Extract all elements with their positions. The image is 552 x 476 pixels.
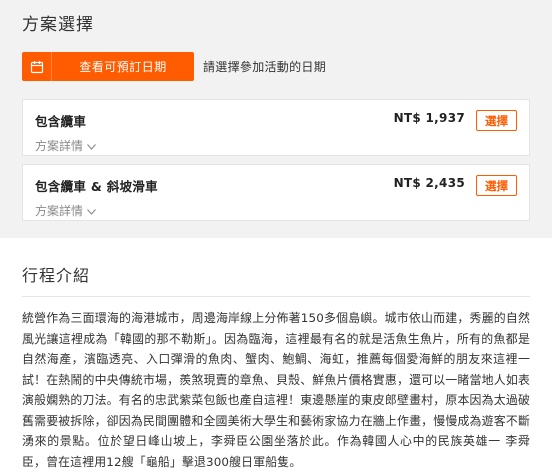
calendar-icon [22,52,52,81]
plan-price: NT$ 1,937 [393,111,465,125]
plan-card-cable-car: 包含纜車 方案詳情 NT$ 1,937 選擇 [22,99,530,156]
select-button[interactable]: 選擇 [476,110,517,131]
plan-details-label: 方案詳情 [35,139,84,153]
date-row: 查看可預訂日期 請選擇參加活動的日期 [22,52,530,81]
plan-price: NT$ 2,435 [393,176,465,190]
itinerary-body: 統營作為三面環海的海港城市，周邊海岸線上分佈著150多個島嶼。城市依山而建，秀麗… [22,311,530,469]
date-hint: 請選擇參加活動的日期 [203,60,327,74]
chevron-down-icon [87,204,96,218]
plan-details-label: 方案詳情 [35,204,84,218]
plan-details-toggle[interactable]: 方案詳情 [35,137,517,154]
itinerary-section: 行程介紹 統營作為三面環海的海港城市，周邊海岸線上分佈著150多個島嶼。城市依山… [0,238,552,472]
section-title: 方案選擇 [22,15,94,35]
plans-section: 方案選擇 查看可預訂日期 請選擇參加活動的日期 包含纜車 方案詳情 NT$ 1,… [0,0,552,238]
divider [22,296,530,297]
plan-details-toggle[interactable]: 方案詳情 [35,202,517,219]
itinerary-title: 行程介紹 [22,266,91,285]
check-dates-button[interactable]: 查看可預訂日期 [22,52,194,81]
chevron-down-icon [87,139,96,153]
plan-card-cable-car-luge: 包含纜車 & 斜坡滑車 方案詳情 NT$ 2,435 選擇 [22,164,530,221]
check-dates-label: 查看可預訂日期 [79,60,167,74]
select-button[interactable]: 選擇 [476,175,517,196]
